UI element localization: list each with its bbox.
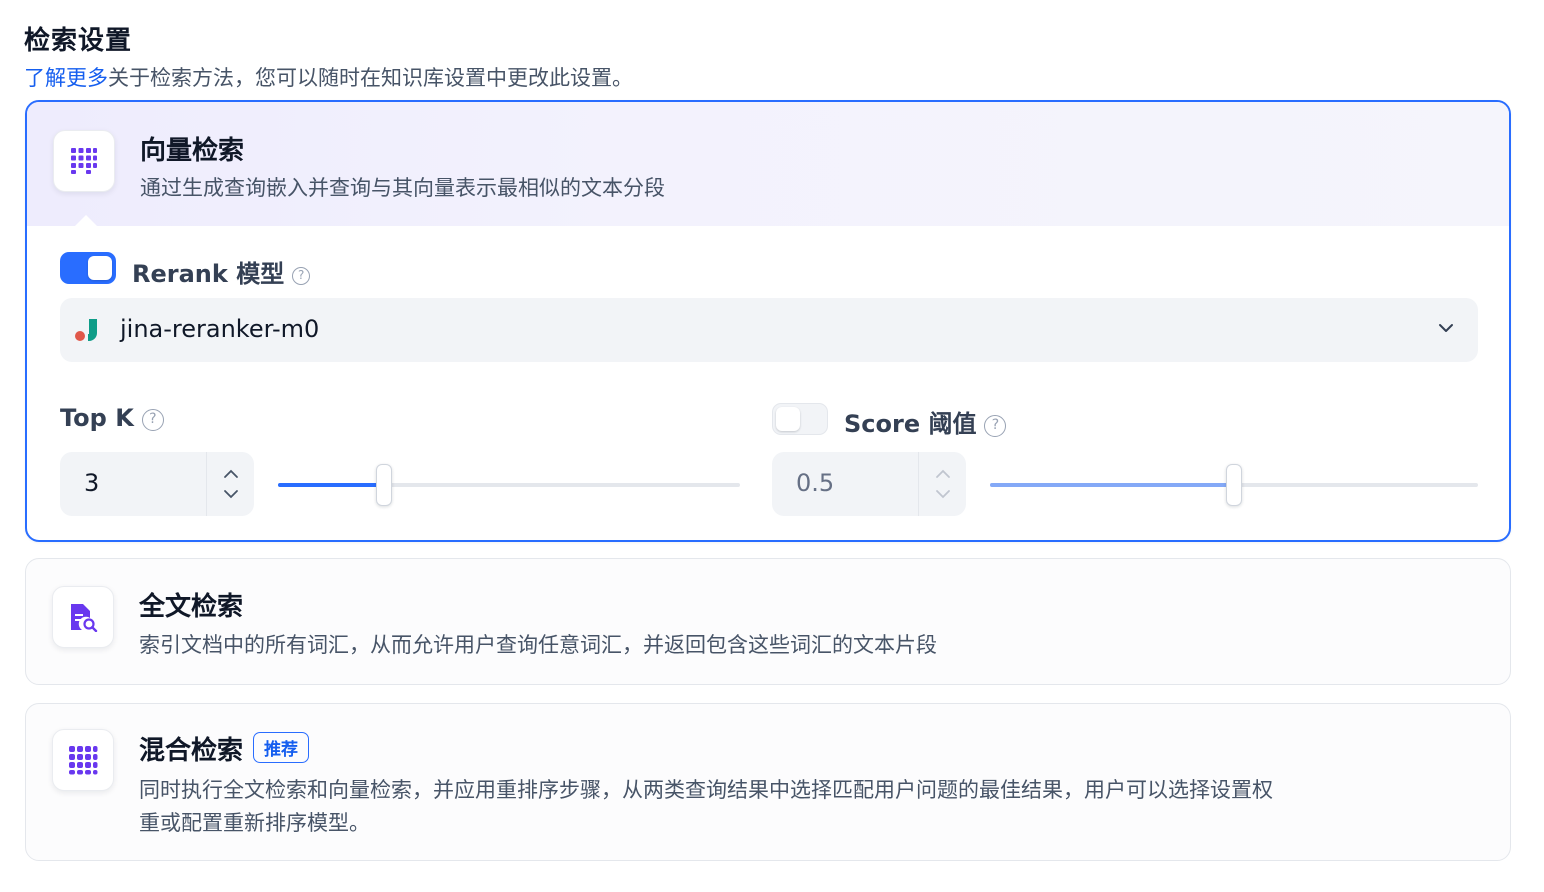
hybrid-search-icon-box (52, 729, 114, 791)
score-label: Score 阈值? (844, 404, 1007, 439)
hybrid-search-description-line2: 重或配置重新排序模型。 (139, 811, 370, 835)
chevron-up-icon[interactable] (223, 469, 239, 479)
vector-search-header: 向量检索 通过生成查询嵌入并查询与其向量表示最相似的文本分段 (27, 102, 1509, 226)
chevron-down-icon (1439, 324, 1453, 332)
rerank-model-select[interactable]: jina-reranker-m0 (60, 298, 1478, 362)
jina-logo-icon (75, 319, 97, 341)
rerank-label: Rerank 模型? (132, 254, 311, 289)
vector-search-description: 通过生成查询嵌入并查询与其向量表示最相似的文本分段 (140, 176, 665, 200)
score-toggle[interactable] (772, 403, 828, 435)
hybrid-search-title: 混合检索 (139, 736, 244, 766)
toggle-knob (88, 256, 112, 280)
top-k-slider[interactable] (278, 464, 740, 506)
chevron-down-icon[interactable] (223, 489, 239, 499)
fulltext-search-title: 全文检索 (139, 592, 244, 622)
section-description: 关于检索方法，您可以随时在知识库设置中更改此设置。 (108, 66, 633, 90)
rerank-toggle[interactable] (60, 252, 116, 284)
recommended-badge: 推荐 (253, 732, 310, 763)
section-subtitle: 了解更多关于检索方法，您可以随时在知识库设置中更改此设置。 (24, 62, 633, 92)
score-label-text: Score 阈值 (844, 410, 977, 438)
learn-more-link[interactable]: 了解更多 (24, 66, 108, 90)
header-notch (75, 215, 97, 226)
top-k-help-icon[interactable]: ? (141, 409, 164, 431)
score-help-icon[interactable]: ? (984, 415, 1007, 437)
hybrid-search-card[interactable]: 混合检索 推荐 同时执行全文检索和向量检索，并应用重排序步骤，从两类查询结果中选择… (25, 703, 1511, 861)
top-k-stepper[interactable] (206, 452, 254, 516)
toggle-knob (776, 407, 800, 431)
vector-search-title: 向量检索 (140, 136, 245, 166)
score-input[interactable]: 0.5 (772, 452, 966, 516)
chevron-up-icon[interactable] (935, 469, 951, 479)
vector-grid-icon (71, 148, 97, 174)
rerank-help-icon[interactable]: ? (292, 267, 311, 285)
score-value: 0.5 (796, 469, 835, 497)
score-slider-thumb[interactable] (1226, 464, 1242, 506)
top-k-label-text: Top K (60, 404, 134, 432)
document-search-icon (71, 604, 98, 632)
top-k-value: 3 (84, 469, 100, 497)
section-title: 检索设置 (24, 26, 133, 56)
vector-search-card[interactable]: 向量检索 通过生成查询嵌入并查询与其向量表示最相似的文本分段 Rerank 模型… (25, 100, 1511, 542)
vector-search-icon-box (53, 130, 115, 192)
fulltext-search-card[interactable]: 全文检索 索引文档中的所有词汇，从而允许用户查询任意词汇，并返回包含这些词汇的文… (25, 558, 1511, 685)
hybrid-search-description-line1: 同时执行全文检索和向量检索，并应用重排序步骤，从两类查询结果中选择匹配用户问题的… (139, 778, 1273, 802)
top-k-label: Top K? (60, 404, 164, 432)
rerank-label-text: Rerank 模型 (132, 260, 285, 288)
top-k-slider-thumb[interactable] (376, 464, 393, 506)
score-stepper[interactable] (918, 452, 966, 516)
top-k-input[interactable]: 3 (60, 452, 254, 516)
hybrid-search-title-row: 混合检索 推荐 (139, 730, 310, 767)
top-k-slider-fill (278, 483, 385, 487)
fulltext-search-icon-box (52, 586, 114, 648)
rerank-model-value: jina-reranker-m0 (120, 315, 320, 343)
fulltext-search-description: 索引文档中的所有词汇，从而允许用户查询任意词汇，并返回包含这些词汇的文本片段 (139, 633, 937, 657)
score-slider-fill (990, 483, 1234, 487)
score-slider[interactable] (990, 464, 1478, 506)
chevron-down-icon[interactable] (935, 489, 951, 499)
hybrid-grid-icon (69, 746, 98, 775)
